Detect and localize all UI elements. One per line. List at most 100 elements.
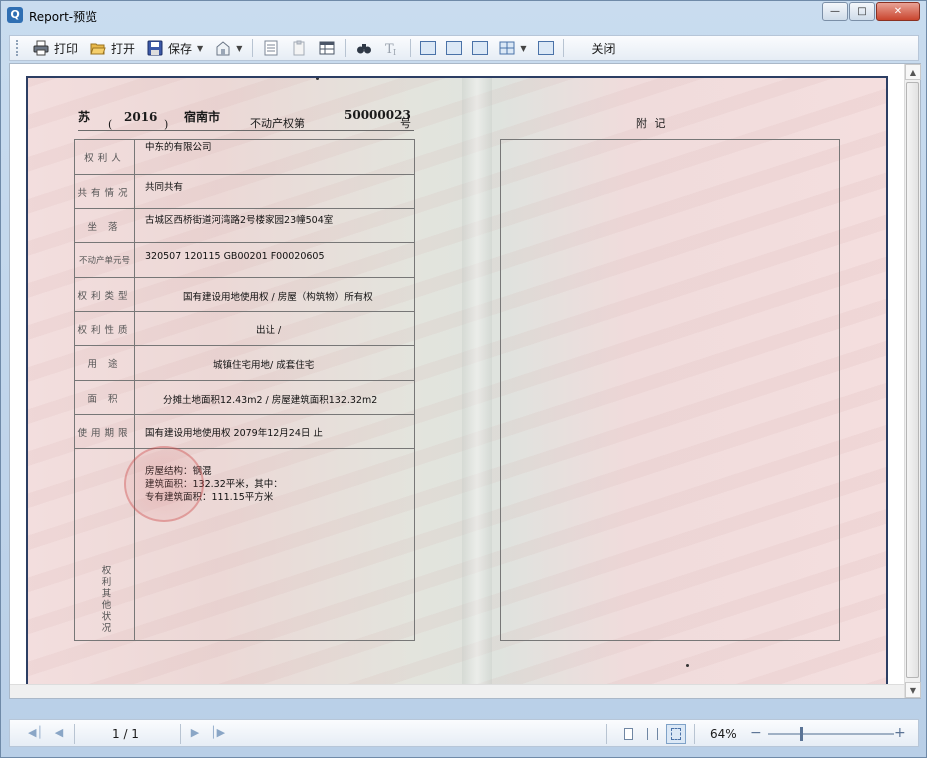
zoom-out-icon[interactable]: − (750, 725, 762, 741)
vertical-scrollbar[interactable]: ▲ ▼ (904, 64, 921, 698)
table-view-button[interactable] (313, 37, 341, 59)
app-icon: Q (7, 7, 23, 23)
save-button[interactable]: 保存 ▼ (141, 37, 209, 59)
row-value: 分摊土地面积12.43m2 / 房屋建筑面积132.32m2 (163, 395, 378, 406)
floppy-disk-icon (147, 40, 163, 56)
cert-year: 2016 (124, 110, 158, 124)
page-mark (316, 78, 319, 80)
official-seal (124, 446, 204, 522)
row-label: 坐 落 (75, 209, 135, 242)
page-indicator[interactable]: 1 / 1 (112, 727, 139, 741)
zoom-in-icon[interactable]: + (894, 725, 906, 741)
scroll-thumb[interactable] (906, 82, 919, 678)
cert-suffix: 号 (400, 117, 411, 130)
status-separator (694, 724, 695, 744)
single-view-icon[interactable] (618, 724, 638, 744)
next-page-icon[interactable]: ▶ (188, 726, 202, 740)
single-page-icon[interactable] (420, 41, 437, 55)
document-viewport[interactable]: 苏 ( 2016 ) 宿南市 不动产权第 50000023 号 附 记 权利人 … (9, 63, 921, 699)
fit-page-icon[interactable] (666, 724, 686, 744)
cert-province: 苏 (78, 110, 91, 124)
open-button[interactable]: 打开 (84, 37, 141, 59)
toolbar-separator (410, 39, 412, 57)
cert-city: 宿南市 (184, 110, 221, 124)
open-label: 打开 (111, 41, 136, 56)
clipboard-button[interactable] (285, 37, 313, 59)
appendix-title: 附 记 (636, 117, 668, 130)
page-fold (462, 78, 492, 692)
certificate-page: 苏 ( 2016 ) 宿南市 不动产权第 50000023 号 附 记 权利人 … (26, 76, 888, 694)
minimize-button[interactable]: — (822, 2, 848, 21)
export-button[interactable]: ▼ (209, 37, 248, 59)
maximize-button[interactable]: □ (849, 2, 875, 21)
layout-dropdown[interactable]: ▼ (493, 37, 532, 59)
window-title: Report-预览 (29, 10, 98, 24)
last-page-icon[interactable]: │▶ (210, 726, 225, 740)
row-value: 中东的有限公司 (145, 142, 212, 153)
close-preview-button[interactable]: 关闭 (586, 37, 622, 59)
status-separator (180, 724, 181, 744)
page-setup-icon (264, 40, 278, 56)
toolbar-separator (345, 39, 347, 57)
title-bar: Q Report-预览 — □ ✕ (1, 1, 926, 31)
status-separator (606, 724, 607, 744)
row-label: 权利人 (75, 140, 135, 174)
scroll-down-icon[interactable]: ▼ (905, 682, 921, 698)
find-button[interactable] (350, 37, 378, 59)
row-value: 共同共有 (145, 182, 184, 193)
text-format-button[interactable]: T I (378, 37, 406, 59)
toolbar-grip[interactable] (16, 40, 19, 56)
window-controls: — □ ✕ (822, 2, 920, 21)
binoculars-icon (357, 44, 372, 54)
print-button[interactable]: 打印 (27, 37, 84, 59)
table-row: 不动产单元号 320507 120115 GB00201 F00020605 (75, 243, 414, 278)
cert-word: 不动产权第 (250, 117, 305, 130)
row-value: 国有建设用地使用权 2079年12月24日 止 (145, 428, 323, 439)
svg-text:I: I (393, 48, 396, 56)
grid-layout-icon (499, 41, 515, 55)
save-label: 保存 (168, 41, 193, 56)
zoom-level: 64% (710, 727, 737, 741)
horizontal-scrollbar[interactable] (10, 684, 904, 698)
certificate-table: 权利人 中东的有限公司 共有情况 共同共有 坐 落 古城区西桥街道河湾路2号楼家… (74, 139, 415, 641)
appendix-box (500, 139, 840, 641)
fit-width-icon[interactable] (642, 724, 662, 744)
table-row: 面 积 分摊土地面积12.43m2 / 房屋建筑面积132.32m2 (75, 381, 414, 415)
navigation-bar: ◀│ ◀ 1 / 1 ▶ │▶ 64% − + (9, 719, 919, 747)
other-label: 权利其他状况 (99, 565, 111, 634)
two-page-icon[interactable] (472, 41, 489, 55)
report-preview-window: Q Report-预览 — □ ✕ 打印 打开 保存 ▼ ▼ T I ▼ 关闭 … (0, 0, 927, 758)
row-value: 古城区西桥街道河湾路2号楼家园23幢504室 (145, 215, 334, 226)
continuous-page-icon[interactable] (446, 41, 463, 55)
printer-icon (33, 40, 49, 56)
status-separator (74, 724, 75, 744)
table-row: 使用期限 国有建设用地使用权 2079年12月24日 止 (75, 415, 414, 449)
folder-open-icon (90, 43, 106, 55)
first-page-icon[interactable]: ◀│ (28, 726, 43, 740)
prev-page-icon[interactable]: ◀ (52, 726, 66, 740)
row-label: 共有情况 (75, 175, 135, 208)
row-value: 出让 / (256, 325, 282, 336)
chevron-down-icon[interactable]: ▼ (236, 44, 242, 53)
scroll-up-icon[interactable]: ▲ (905, 64, 921, 80)
row-label: 不动产单元号 (75, 243, 135, 277)
table-row: 共有情况 共同共有 (75, 175, 414, 209)
row-label: 面 积 (75, 381, 135, 414)
fullscreen-icon[interactable] (537, 41, 554, 55)
table-row: 坐 落 古城区西桥街道河湾路2号楼家园23幢504室 (75, 209, 414, 243)
page-mark (686, 664, 689, 667)
zoom-slider[interactable] (768, 727, 894, 741)
chevron-down-icon[interactable]: ▼ (197, 44, 203, 53)
toolbar-separator (562, 39, 564, 57)
zoom-slider-handle[interactable] (800, 727, 803, 741)
header-underline (78, 130, 414, 131)
export-icon (216, 41, 230, 56)
table-row: 权利类型 国有建设用地使用权 / 房屋（构筑物）所有权 (75, 278, 414, 312)
row-value: 城镇住宅用地/ 成套住宅 (213, 360, 315, 371)
row-label: 用 途 (75, 346, 135, 380)
chevron-down-icon[interactable]: ▼ (520, 44, 526, 53)
close-window-button[interactable]: ✕ (876, 2, 920, 21)
print-label: 打印 (54, 41, 79, 56)
page-setup-button[interactable] (257, 37, 285, 59)
clipboard-icon (293, 40, 305, 56)
